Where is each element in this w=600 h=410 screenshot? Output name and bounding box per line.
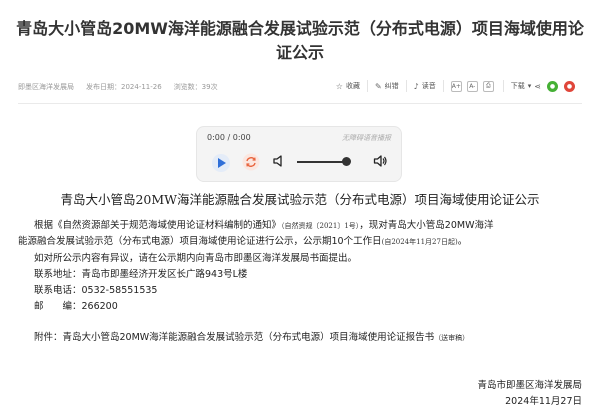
audio-time: 0:00 / 0:00: [207, 133, 251, 142]
attachment-link[interactable]: 附件：青岛大小管岛20MW海洋能源融合发展试验示范（分布式电源）项目海域使用论证…: [34, 332, 469, 344]
font-size-controls: A+ A- ⎙: [444, 80, 504, 92]
content-heading: 青岛大小管岛20MW海洋能源融合发展试验示范（分布式电源）项目海域使用论证公示: [60, 192, 540, 207]
correction-button[interactable]: ✎ 纠错: [368, 80, 407, 92]
volume-slider-track[interactable]: [297, 161, 347, 163]
chevron-down-icon: ▾: [527, 82, 532, 90]
source-label: 即墨区海洋发展局: [18, 83, 74, 91]
volume-icon[interactable]: [272, 154, 286, 168]
audio-brand: 无障碍语音播报: [342, 134, 391, 142]
play-button[interactable]: [212, 154, 230, 172]
contact-postcode: 邮 编：266200: [34, 301, 118, 312]
article-toolbar: ☆ 收藏 ✎ 纠错 ♪ 读音 A+ A- ⎙ 下载 ▾ ⋖ ● ●: [329, 80, 582, 92]
download-button[interactable]: 下载 ▾ ⋖ ● ●: [504, 80, 582, 92]
font-decrease-button[interactable]: A-: [466, 80, 478, 92]
page-title: 青岛大小管岛20MW海洋能源融合发展试验示范（分布式电源）项目海域使用论证公示: [16, 19, 584, 62]
loop-icon[interactable]: [242, 153, 260, 171]
star-icon: ☆: [335, 81, 343, 91]
view-count: 浏览数：39次: [173, 83, 218, 91]
volume-max-icon[interactable]: [373, 154, 387, 168]
share-icon[interactable]: ⋖: [534, 82, 541, 91]
font-increase-button[interactable]: A+: [450, 80, 462, 92]
print-icon[interactable]: ⎙: [482, 80, 494, 92]
paragraph-1: 根据《自然资源部关于规范海域使用论证材料编制的通知》（自然资规〔2021〕1号）…: [34, 220, 494, 231]
wechat-icon[interactable]: ●: [547, 80, 558, 92]
paragraph-2: 如对所公示内容有异议，请在公示期内向青岛市即墨区海洋发展局书面提出。: [34, 253, 358, 264]
contact-phone: 联系电话：0532-58551535: [34, 285, 158, 296]
read-aloud-button[interactable]: ♪ 读音: [407, 80, 444, 92]
speaker-icon: ♪: [413, 81, 419, 91]
article-meta: 即墨区海洋发展局 发布日期：2024-11-26 浏览数：39次: [18, 82, 218, 92]
contact-address: 联系地址：青岛市即墨经济开发区长广路943号L楼: [34, 269, 248, 280]
volume-slider-handle[interactable]: [341, 157, 351, 166]
edit-icon: ✎: [374, 81, 382, 91]
audio-player: 0:00 / 0:00 无障碍语音播报: [196, 126, 402, 182]
signature-org: 青岛市即墨区海洋发展局: [477, 380, 582, 391]
weibo-icon[interactable]: ●: [564, 80, 575, 92]
favorite-button[interactable]: ☆ 收藏: [329, 80, 368, 92]
divider: [18, 103, 582, 104]
paragraph-1-cont: 能源融合发展试验示范（分布式电源）项目海域使用论证进行公示，公示期10个工作日(…: [18, 236, 468, 247]
signature-date: 2024年11月27日: [505, 396, 582, 407]
publish-date: 发布日期：2024-11-26: [86, 83, 162, 91]
